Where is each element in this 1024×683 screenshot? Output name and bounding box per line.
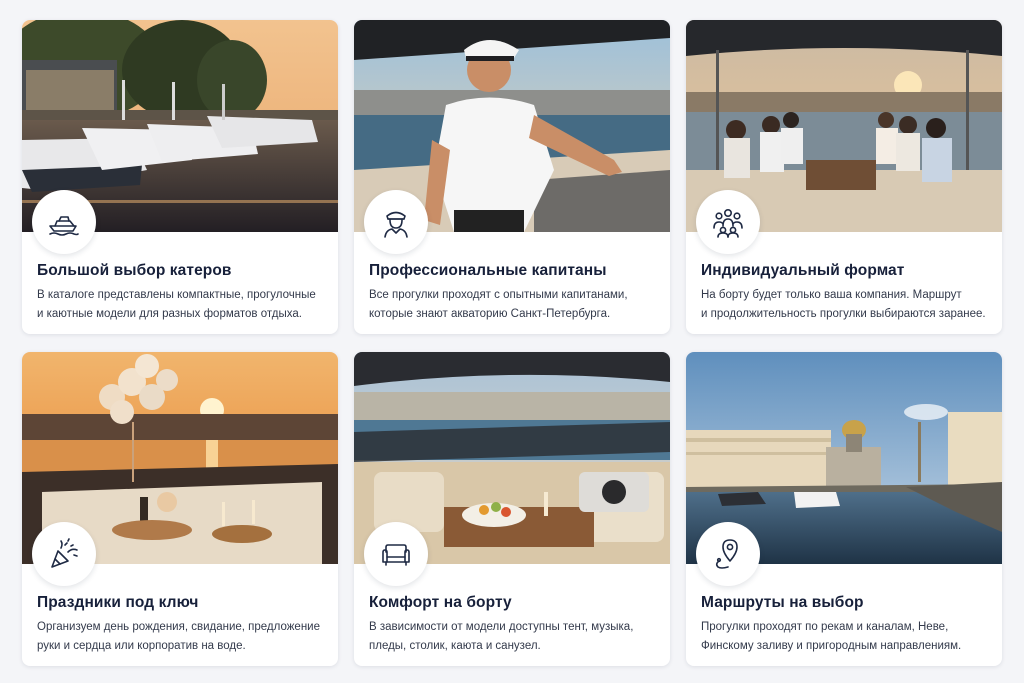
- card-title: Праздники под ключ: [37, 594, 199, 611]
- card-description-line: В зависимости от модели доступны тент, м…: [369, 621, 634, 633]
- feature-card-celebrations: Праздники под ключ Организуем день рожде…: [22, 352, 338, 666]
- card-title: Профессиональные капитаны: [369, 262, 607, 279]
- party-popper-icon: [51, 538, 78, 568]
- card-description: В каталоге представлены компактные, прог…: [37, 286, 328, 324]
- card-description: В зависимости от модели доступны тент, м…: [369, 618, 660, 656]
- card-description-line: и каютные модели для разных форматов отд…: [37, 308, 302, 320]
- icon-badge: [696, 522, 760, 586]
- feature-card-boats: Большой выбор катеров В каталоге предста…: [22, 20, 338, 334]
- card-description-line: В каталоге представлены компактные, прог…: [37, 289, 316, 301]
- icon-badge: [364, 522, 428, 586]
- card-description: Все прогулки проходят с опытными капитан…: [369, 286, 660, 324]
- feature-card-captains: Профессиональные капитаны Все прогулки п…: [354, 20, 670, 334]
- features-grid: Большой выбор катеров В каталоге предста…: [22, 20, 1002, 666]
- card-title: Маршруты на выбор: [701, 594, 864, 611]
- yacht-icon: [49, 216, 79, 236]
- card-description-line: Финскому заливу и пригородным направлени…: [701, 640, 962, 652]
- icon-badge: [364, 190, 428, 254]
- card-description: Прогулки проходят по рекам и каналам, Не…: [701, 618, 992, 656]
- feature-card-routes: Маршруты на выбор Прогулки проходят по р…: [686, 352, 1002, 666]
- card-title: Индивидуальный формат: [701, 262, 905, 279]
- card-description-line: пледы, столик, каюта и санузел.: [369, 640, 541, 652]
- people-group-icon: [713, 209, 743, 238]
- map-pin-route-icon: [715, 539, 738, 569]
- card-description-line: и продолжительность прогулки выбираются …: [701, 308, 986, 320]
- card-description-line: Прогулки проходят по рекам и каналам, Не…: [701, 621, 949, 633]
- icon-badge: [32, 190, 96, 254]
- card-description-line: руки и сердца или корпоратив на воде.: [37, 640, 246, 652]
- card-description-line: На борту будет только ваша компания. Мар…: [701, 289, 962, 301]
- feature-card-comfort: Комфорт на борту В зависимости от модели…: [354, 352, 670, 666]
- card-description-line: Все прогулки проходят с опытными капитан…: [369, 289, 628, 301]
- icon-badge: [32, 522, 96, 586]
- card-description-line: Организуем день рождения, свидание, пред…: [37, 621, 321, 633]
- card-title: Большой выбор катеров: [37, 262, 232, 279]
- captain-icon: [384, 211, 408, 238]
- icon-badge: [696, 190, 760, 254]
- card-description: Организуем день рождения, свидание, пред…: [37, 618, 328, 656]
- card-title: Комфорт на борту: [369, 594, 512, 611]
- card-description: На борту будет только ваша компания. Мар…: [701, 286, 992, 324]
- card-description-line: которые знают акваторию Санкт-Петербурга…: [369, 308, 611, 320]
- sofa-icon: [382, 544, 410, 566]
- feature-card-private-format: Индивидуальный формат На борту будет тол…: [686, 20, 1002, 334]
